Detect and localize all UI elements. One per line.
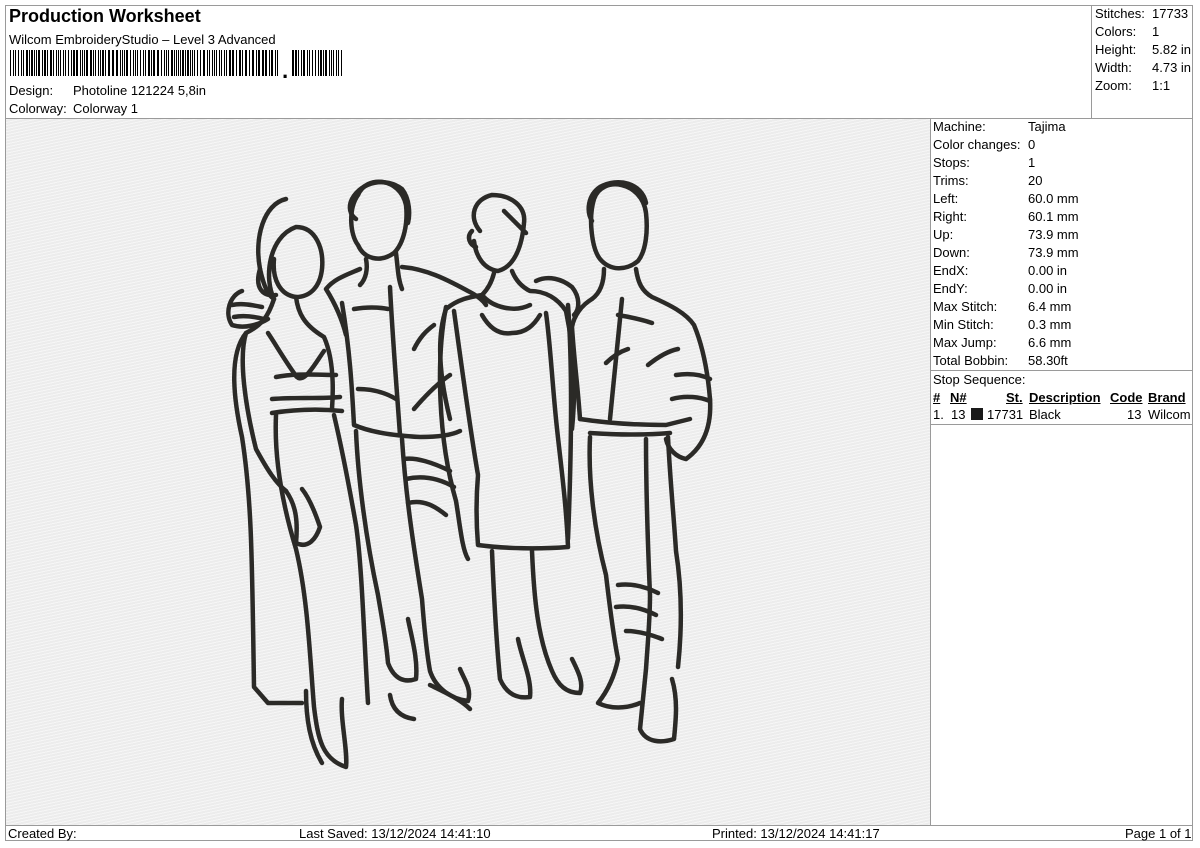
- up-value: 73.9 mm: [1028, 227, 1079, 242]
- endy-label: EndY:: [933, 281, 968, 296]
- machine-value: Tajima: [1028, 119, 1066, 134]
- row-code: 13: [1127, 407, 1142, 422]
- col-brand-header: Brand: [1148, 390, 1186, 405]
- stops-value: 1: [1028, 155, 1036, 170]
- info-panel-divider: [930, 119, 931, 825]
- figure-man-right: [569, 180, 713, 744]
- row-description: Black: [1029, 407, 1061, 422]
- max-jump-value: 6.6 mm: [1028, 335, 1072, 350]
- col-index-header: #: [933, 390, 941, 405]
- figure-woman-center: [437, 192, 584, 700]
- summary-zoom-label: Zoom:: [1095, 78, 1132, 93]
- summary-stitches-label: Stitches:: [1095, 6, 1145, 21]
- summary-zoom-value: 1:1: [1152, 78, 1171, 93]
- design-label: Design:: [9, 83, 54, 98]
- total-bobbin-value: 58.30ft: [1028, 353, 1068, 368]
- col-description-header: Description: [1029, 390, 1101, 405]
- thread-color-swatch: [971, 408, 983, 420]
- up-label: Up:: [933, 227, 954, 242]
- stop-sequence-title: Stop Sequence:: [933, 372, 1026, 387]
- summary-height-label: Height:: [1095, 42, 1137, 57]
- color-changes-value: 0: [1028, 137, 1036, 152]
- page-number: Page 1 of 1: [1125, 826, 1192, 841]
- stops-label: Stops:: [933, 155, 970, 170]
- right-value: 60.1 mm: [1028, 209, 1079, 224]
- software-name: Wilcom EmbroideryStudio – Level 3 Advanc…: [9, 32, 276, 47]
- summary-width-label: Width:: [1095, 60, 1132, 75]
- trims-value: 20: [1028, 173, 1043, 188]
- stop-sequence-divider: [930, 370, 1193, 371]
- left-label: Left:: [933, 191, 959, 206]
- col-needle-header: N#: [950, 390, 967, 405]
- endx-value: 0.00 in: [1028, 263, 1068, 278]
- max-jump-label: Max Jump:: [933, 335, 997, 350]
- last-saved: Last Saved: 13/12/2024 14:41:10: [299, 826, 491, 841]
- printed-date: Printed: 13/12/2024 14:41:17: [712, 826, 880, 841]
- endy-value: 0.00 in: [1028, 281, 1068, 296]
- right-label: Right:: [933, 209, 967, 224]
- row-needle: 13: [951, 407, 966, 422]
- design-value: Photoline 121224 5,8in: [73, 83, 207, 98]
- stop-row-divider: [930, 424, 1193, 425]
- embroidery-design: [226, 179, 713, 770]
- summary-colors-label: Colors:: [1095, 24, 1137, 39]
- down-label: Down:: [933, 245, 970, 260]
- figure-woman-left: [226, 196, 371, 770]
- endx-label: EndX:: [933, 263, 969, 278]
- min-stitch-value: 0.3 mm: [1028, 317, 1072, 332]
- summary-colors-value: 1: [1152, 24, 1160, 39]
- row-brand: Wilcom: [1148, 407, 1191, 422]
- summary-width-value: 4.73 in: [1152, 60, 1192, 75]
- col-stitches-header: St.: [1006, 390, 1023, 405]
- down-value: 73.9 mm: [1028, 245, 1079, 260]
- figure-man-left: [323, 179, 489, 722]
- worksheet-title: Production Worksheet: [9, 6, 201, 26]
- max-stitch-value: 6.4 mm: [1028, 299, 1072, 314]
- summary-divider: [1091, 6, 1092, 118]
- design-preview: [6, 119, 930, 825]
- trims-label: Trims:: [933, 173, 969, 188]
- created-by: Created By:: [8, 826, 77, 841]
- colorway-value: Colorway 1: [73, 101, 139, 116]
- min-stitch-label: Min Stitch:: [933, 317, 994, 332]
- svg-text:,: ,: [282, 58, 288, 78]
- col-code-header: Code: [1110, 390, 1143, 405]
- color-changes-label: Color changes:: [933, 137, 1021, 152]
- row-index: 1.: [933, 407, 944, 422]
- design-barcode: ,: [10, 50, 342, 78]
- left-value: 60.0 mm: [1028, 191, 1079, 206]
- row-stitches: 17731: [987, 407, 1024, 422]
- max-stitch-label: Max Stitch:: [933, 299, 998, 314]
- total-bobbin-label: Total Bobbin:: [933, 353, 1009, 368]
- summary-height-value: 5.82 in: [1152, 42, 1192, 57]
- summary-stitches-value: 17733: [1152, 6, 1189, 21]
- machine-label: Machine:: [933, 119, 986, 134]
- colorway-label: Colorway:: [9, 101, 67, 116]
- footer-divider: [6, 825, 1193, 826]
